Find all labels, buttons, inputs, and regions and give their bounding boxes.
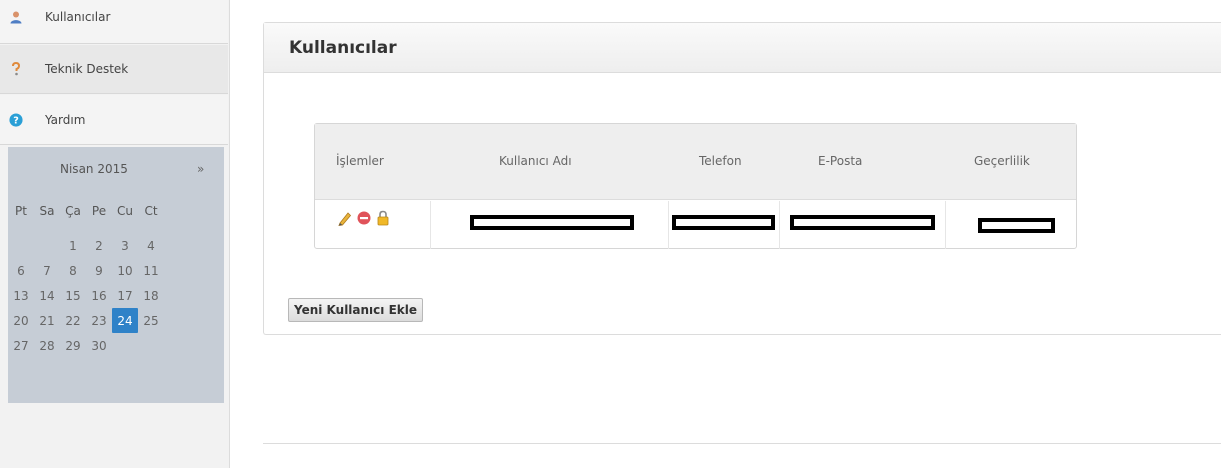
- calendar-day[interactable]: 7: [34, 258, 60, 283]
- sidebar-item-label: Kullanıcılar: [45, 9, 111, 24]
- calendar-day[interactable]: 14: [34, 283, 60, 308]
- row-actions: [337, 210, 391, 226]
- sidebar-item-users[interactable]: Kullanıcılar: [0, 0, 228, 44]
- calendar-week-row: 1234: [8, 233, 224, 258]
- calendar-weekday-row: Pt Sa Ça Pe Cu Ct: [8, 199, 224, 222]
- support-icon: [9, 62, 23, 76]
- calendar-week-row: 27 28 29 30: [8, 333, 224, 358]
- svg-text:?: ?: [13, 115, 19, 126]
- help-icon: ?: [9, 112, 23, 127]
- delete-icon[interactable]: [356, 210, 372, 226]
- calendar-day[interactable]: 21: [34, 308, 60, 333]
- sidebar-item-support[interactable]: Teknik Destek: [0, 45, 228, 94]
- calendar-header: Nisan 2015 »: [8, 147, 224, 185]
- calendar-day[interactable]: 17: [112, 283, 138, 308]
- calendar-week-row: 13 14 15 16 17 18: [8, 283, 224, 308]
- cell-divider: [668, 201, 669, 249]
- sidebar: Kullanıcılar Teknik Destek ? Yardım Nisa…: [0, 0, 230, 468]
- calendar-week-row: 20 21 22 23 24 25: [8, 308, 224, 333]
- calendar-weekday: Ct: [144, 203, 158, 218]
- cell-divider: [779, 201, 780, 249]
- cell-divider: [945, 201, 946, 249]
- calendar-day[interactable]: 18: [138, 283, 164, 308]
- calendar-weekday: Pe: [91, 203, 107, 218]
- calendar-next-button[interactable]: »: [197, 162, 204, 176]
- calendar-day[interactable]: 29: [60, 333, 86, 358]
- calendar-day[interactable]: 16: [86, 283, 112, 308]
- calendar-day[interactable]: 8: [60, 258, 86, 283]
- calendar-day[interactable]: 23: [86, 308, 112, 333]
- divider: [263, 443, 1221, 444]
- column-header-phone[interactable]: Telefon: [699, 154, 742, 168]
- users-table: İşlemler Kullanıcı Adı Telefon E-Posta G…: [314, 123, 1077, 249]
- column-header-email[interactable]: E-Posta: [818, 154, 862, 168]
- cell-divider: [430, 201, 431, 249]
- calendar-day[interactable]: 25: [138, 308, 164, 333]
- table-row: [315, 201, 1076, 249]
- phone-redaction: [672, 215, 775, 230]
- lock-icon[interactable]: [375, 210, 391, 226]
- calendar-day[interactable]: 4: [138, 233, 164, 258]
- calendar-day[interactable]: 2: [86, 233, 112, 258]
- calendar-day-selected[interactable]: 24: [112, 308, 138, 333]
- calendar-day[interactable]: 27: [8, 333, 34, 358]
- validity-redaction: [978, 218, 1055, 233]
- column-header-username[interactable]: Kullanıcı Adı: [499, 154, 572, 168]
- calendar-day[interactable]: 11: [138, 258, 164, 283]
- calendar-day[interactable]: 20: [8, 308, 34, 333]
- users-panel: Kullanıcılar İşlemler Kullanıcı Adı Tele…: [263, 22, 1221, 335]
- column-header-validity[interactable]: Geçerlilik: [974, 154, 1030, 168]
- calendar-grid: Pt Sa Ça Pe Cu Ct 1 2 3 4 6 7 8 9 10 11 13 14 15 16 17 18 20 21…: [8, 199, 224, 358]
- calendar-day[interactable]: 1: [60, 233, 86, 258]
- calendar-day[interactable]: 10: [112, 258, 138, 283]
- column-header-actions[interactable]: İşlemler: [336, 154, 384, 168]
- calendar-day[interactable]: 9: [86, 258, 112, 283]
- calendar-day[interactable]: 3: [112, 233, 138, 258]
- panel-header: Kullanıcılar: [264, 23, 1221, 73]
- calendar-week-row: 6 7 8 9 10 11: [8, 258, 224, 283]
- calendar-day[interactable]: 22: [60, 308, 86, 333]
- calendar-month-label: Nisan 2015: [60, 162, 128, 176]
- table-header: İşlemler Kullanıcı Adı Telefon E-Posta G…: [315, 124, 1076, 200]
- edit-icon[interactable]: [337, 210, 353, 226]
- calendar-weekday: Sa: [39, 203, 55, 218]
- username-redaction: [470, 215, 634, 230]
- sidebar-item-help[interactable]: ? Yardım: [0, 95, 228, 145]
- calendar-spacer: [8, 222, 224, 233]
- add-user-button[interactable]: Yeni Kullanıcı Ekle: [288, 298, 424, 322]
- calendar-day[interactable]: 13: [8, 283, 34, 308]
- page-title: Kullanıcılar: [289, 38, 397, 58]
- calendar: Nisan 2015 » Pt Sa Ça Pe Cu Ct 1 2 3 4 6 7 8 9 10 11 13 1…: [8, 147, 224, 403]
- sidebar-item-label: Teknik Destek: [45, 62, 129, 76]
- email-redaction: [790, 215, 935, 230]
- calendar-weekday: Pt: [15, 203, 27, 218]
- calendar-day[interactable]: 28: [34, 333, 60, 358]
- calendar-weekday: Ça: [65, 203, 81, 218]
- calendar-day[interactable]: 30: [86, 333, 112, 358]
- sidebar-item-label: Yardım: [45, 112, 86, 127]
- calendar-day[interactable]: 15: [60, 283, 86, 308]
- calendar-day[interactable]: 6: [8, 258, 34, 283]
- user-icon: [9, 10, 23, 24]
- calendar-weekday: Cu: [117, 203, 133, 218]
